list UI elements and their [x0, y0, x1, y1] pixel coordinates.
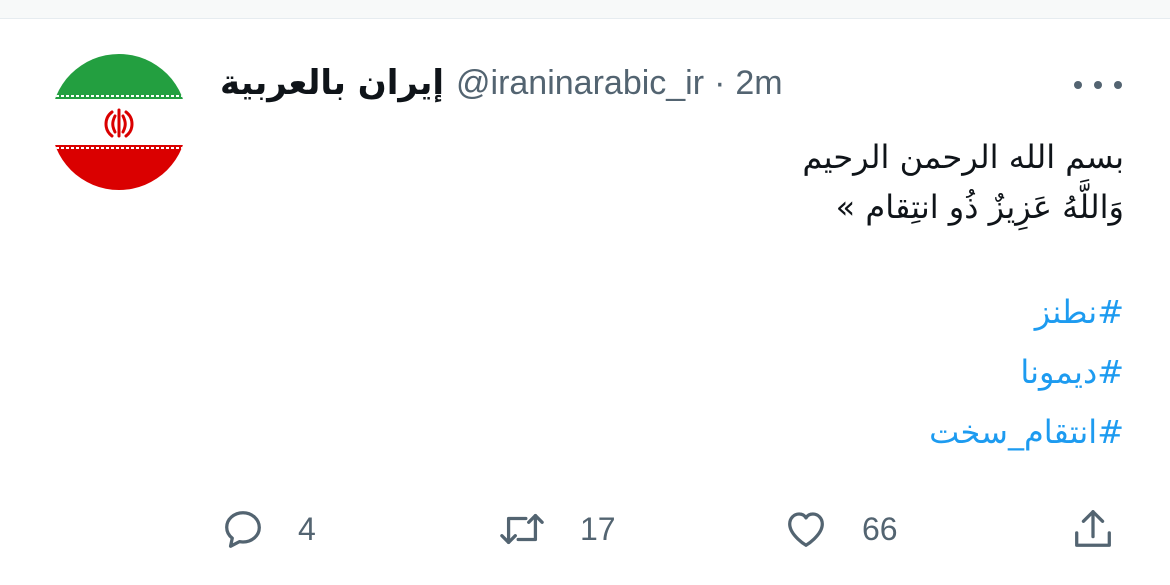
hashtag-link[interactable]: #انتقام_سخت [244, 402, 1124, 462]
display-name[interactable]: إيران بالعربية [220, 63, 444, 103]
separator-dot: · [714, 63, 726, 102]
hashtag-link[interactable]: #نطنز [244, 282, 1124, 342]
retweet-button[interactable]: 17 [496, 504, 616, 554]
retweet-icon [500, 513, 544, 545]
share-icon [1075, 510, 1111, 547]
hashtag-link[interactable]: #ديمونا [244, 342, 1124, 402]
heart-icon [788, 512, 824, 547]
user-handle[interactable]: @iraninarabic_ir [456, 64, 704, 103]
share-button[interactable] [1070, 504, 1148, 554]
reply-count: 4 [298, 510, 316, 547]
tweet-actions: 4 17 66 [0, 500, 1170, 560]
avatar[interactable] [51, 54, 187, 190]
reply-icon [225, 511, 261, 548]
more-horizontal-icon[interactable] [1074, 78, 1122, 92]
tweet-line: وَاللَّهُ عَزِيزٌ ذُو انتِقام » [835, 188, 1124, 226]
like-button[interactable]: 66 [782, 504, 898, 554]
top-divider-bar [0, 0, 1170, 19]
reply-button[interactable]: 4 [220, 504, 316, 554]
tweet-text: بسم الله الرحمن الرحيم وَاللَّهُ عَزِيزٌ… [244, 132, 1124, 462]
timestamp[interactable]: 2m [735, 64, 782, 103]
tweet-line: بسم الله الرحمن الرحيم [802, 138, 1124, 176]
iran-flag-icon [51, 54, 187, 190]
retweet-count: 17 [580, 510, 616, 547]
tweet-header: إيران بالعربية @iraninarabic_ir · 2m [220, 58, 783, 108]
like-count: 66 [862, 510, 898, 547]
